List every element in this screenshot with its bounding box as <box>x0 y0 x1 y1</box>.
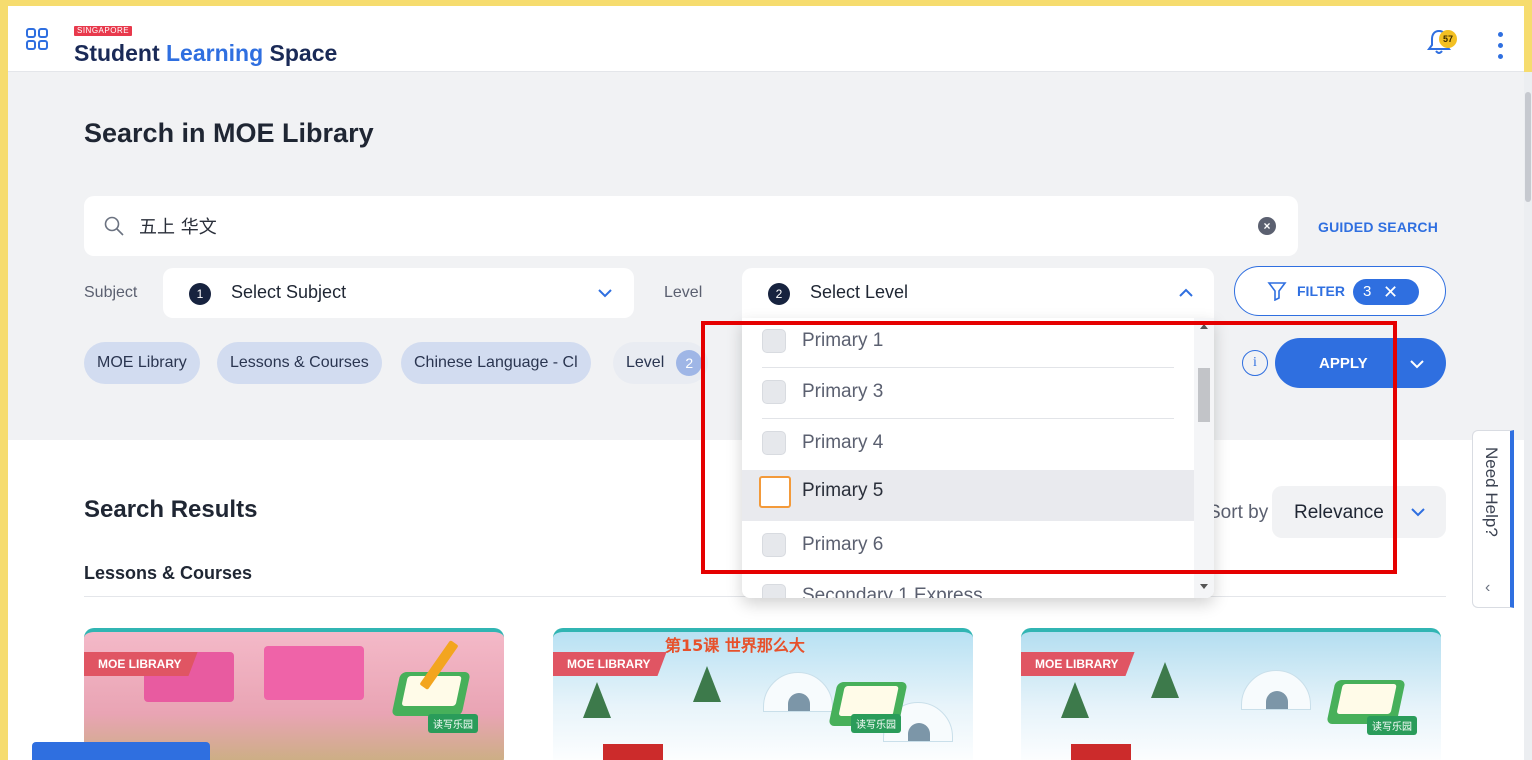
chip-lessons-courses[interactable]: Lessons & Courses <box>217 342 382 384</box>
card-illustration <box>603 744 663 760</box>
dropdown-scrollbar[interactable] <box>1194 318 1214 598</box>
level-option-highlighted[interactable]: Primary 5 <box>742 470 1194 521</box>
filter-label: FILTER <box>1297 283 1345 299</box>
option-checkbox[interactable] <box>762 380 786 404</box>
option-checkbox[interactable] <box>762 431 786 455</box>
page-scrollbar[interactable] <box>1524 72 1532 760</box>
filter-button[interactable]: FILTER 3 ✕ <box>1234 266 1446 316</box>
chip-level[interactable]: Level 2 <box>613 342 709 384</box>
brand-name: Student Learning Space <box>74 40 337 67</box>
option-label: Primary 6 <box>802 534 884 555</box>
card-illustration <box>1241 670 1311 710</box>
section-label: Lessons & Courses <box>84 563 253 583</box>
option-label: Primary 1 <box>802 330 884 351</box>
chevron-down-icon[interactable] <box>1409 356 1425 372</box>
level-label: Level <box>664 284 703 301</box>
card-title: 第15课 世界那么大 <box>665 636 805 655</box>
result-card[interactable]: MOE LIBRARY 读写乐园 <box>84 628 504 760</box>
result-card[interactable]: MOE LIBRARY 读写乐园 <box>1021 628 1441 760</box>
sort-label: Sort by <box>1208 502 1269 523</box>
card-badge: 读写乐园 <box>851 714 901 733</box>
need-help-label: Need Help? <box>1482 447 1501 537</box>
sort-select[interactable]: Relevance <box>1272 486 1446 538</box>
dropdown-scrollbar-thumb[interactable] <box>1198 368 1210 422</box>
brand-tag: SINGAPORE <box>74 26 133 36</box>
scroll-up-arrow-icon[interactable] <box>1200 324 1208 329</box>
top-bar: SINGAPORE Student Learning Space 57 <box>8 6 1524 72</box>
search-icon <box>104 216 124 236</box>
option-checkbox[interactable] <box>762 533 786 557</box>
level-select[interactable]: 2 Select Level <box>742 268 1214 318</box>
need-help-tab[interactable]: Need Help? ‹ <box>1472 430 1514 608</box>
search-bar: × <box>84 196 1298 256</box>
option-label: Secondary 1 Express <box>802 585 983 598</box>
card-badge: 读写乐园 <box>1367 716 1417 735</box>
chevron-down-icon <box>598 289 612 298</box>
chevron-up-icon <box>1179 288 1193 297</box>
level-options-list: Primary 1 Primary 3 Primary 4 Primary 5 … <box>742 318 1194 598</box>
subject-count-badge: 1 <box>189 283 211 305</box>
search-input[interactable] <box>139 210 1219 242</box>
filter-icon <box>1267 282 1287 301</box>
option-label: Primary 4 <box>802 432 884 453</box>
apps-grid-icon[interactable] <box>26 28 48 50</box>
level-option[interactable]: Secondary 1 Express <box>742 572 1194 598</box>
guided-search-link[interactable]: GUIDED SEARCH <box>1318 219 1438 235</box>
filter-count-chip[interactable]: 3 ✕ <box>1353 279 1419 305</box>
chip-level-count: 2 <box>676 350 703 376</box>
subject-label: Subject <box>84 284 138 301</box>
card-tag: MOE LIBRARY <box>84 652 198 676</box>
card-illustration <box>1061 682 1089 718</box>
option-checkbox[interactable] <box>759 476 791 508</box>
more-vertical-icon[interactable] <box>1498 32 1504 62</box>
option-checkbox[interactable] <box>762 584 786 598</box>
results-title: Search Results <box>84 496 258 523</box>
card-tag: MOE LIBRARY <box>1021 652 1135 676</box>
page-scrollbar-thumb[interactable] <box>1525 92 1531 202</box>
card-badge: 读写乐园 <box>428 714 478 733</box>
clear-icon[interactable]: × <box>1258 217 1276 235</box>
option-label: Primary 3 <box>802 381 884 402</box>
brand-word-space: Space <box>269 40 338 66</box>
result-card[interactable]: 第15课 世界那么大 MOE LIBRARY 读写乐园 <box>553 628 973 760</box>
page-title: Search in MOE Library <box>84 118 374 148</box>
chip-moe-library[interactable]: MOE Library <box>84 342 200 384</box>
filter-count-value: 3 <box>1363 283 1372 300</box>
close-icon[interactable]: ✕ <box>1383 279 1398 305</box>
card-tag: MOE LIBRARY <box>553 652 667 676</box>
info-icon[interactable]: i <box>1242 350 1268 376</box>
level-option[interactable]: Primary 4 <box>742 419 1194 470</box>
level-option[interactable]: Primary 1 <box>742 318 1194 368</box>
option-checkbox[interactable] <box>762 329 786 353</box>
apply-button[interactable]: APPLY <box>1275 338 1446 388</box>
card-illustration <box>1151 662 1179 698</box>
brand-logo[interactable]: SINGAPORE Student Learning Space <box>74 20 337 67</box>
card-illustration <box>264 646 364 700</box>
brand-word-student: Student <box>74 40 160 66</box>
subject-select[interactable]: 1 Select Subject <box>163 268 634 318</box>
sort-select-value: Relevance <box>1294 502 1384 523</box>
chevron-left-icon: ‹ <box>1485 579 1491 596</box>
level-count-badge: 2 <box>768 283 790 305</box>
card-illustration <box>1071 744 1131 760</box>
card-illustration <box>763 672 833 712</box>
screen-frame-left <box>0 0 8 760</box>
card-illustration <box>693 666 721 702</box>
chevron-down-icon <box>1411 508 1425 517</box>
chip-level-label: Level <box>626 354 665 371</box>
subject-select-value: Select Subject <box>231 282 347 302</box>
scroll-down-arrow-icon[interactable] <box>1200 584 1208 589</box>
floating-button[interactable] <box>32 742 210 760</box>
apply-label: APPLY <box>1319 355 1368 372</box>
card-illustration <box>583 682 611 718</box>
level-option[interactable]: Primary 6 <box>742 521 1194 572</box>
notification-count-badge: 57 <box>1439 30 1457 48</box>
brand-word-learning: Learning <box>166 40 264 66</box>
chip-chinese-language[interactable]: Chinese Language - Cl <box>401 342 591 384</box>
level-select-value: Select Level <box>810 282 909 302</box>
option-label: Primary 5 <box>802 480 884 501</box>
level-dropdown: Primary 1 Primary 3 Primary 4 Primary 5 … <box>742 318 1214 598</box>
level-option[interactable]: Primary 3 <box>742 368 1194 419</box>
apply-divider <box>1395 348 1396 378</box>
